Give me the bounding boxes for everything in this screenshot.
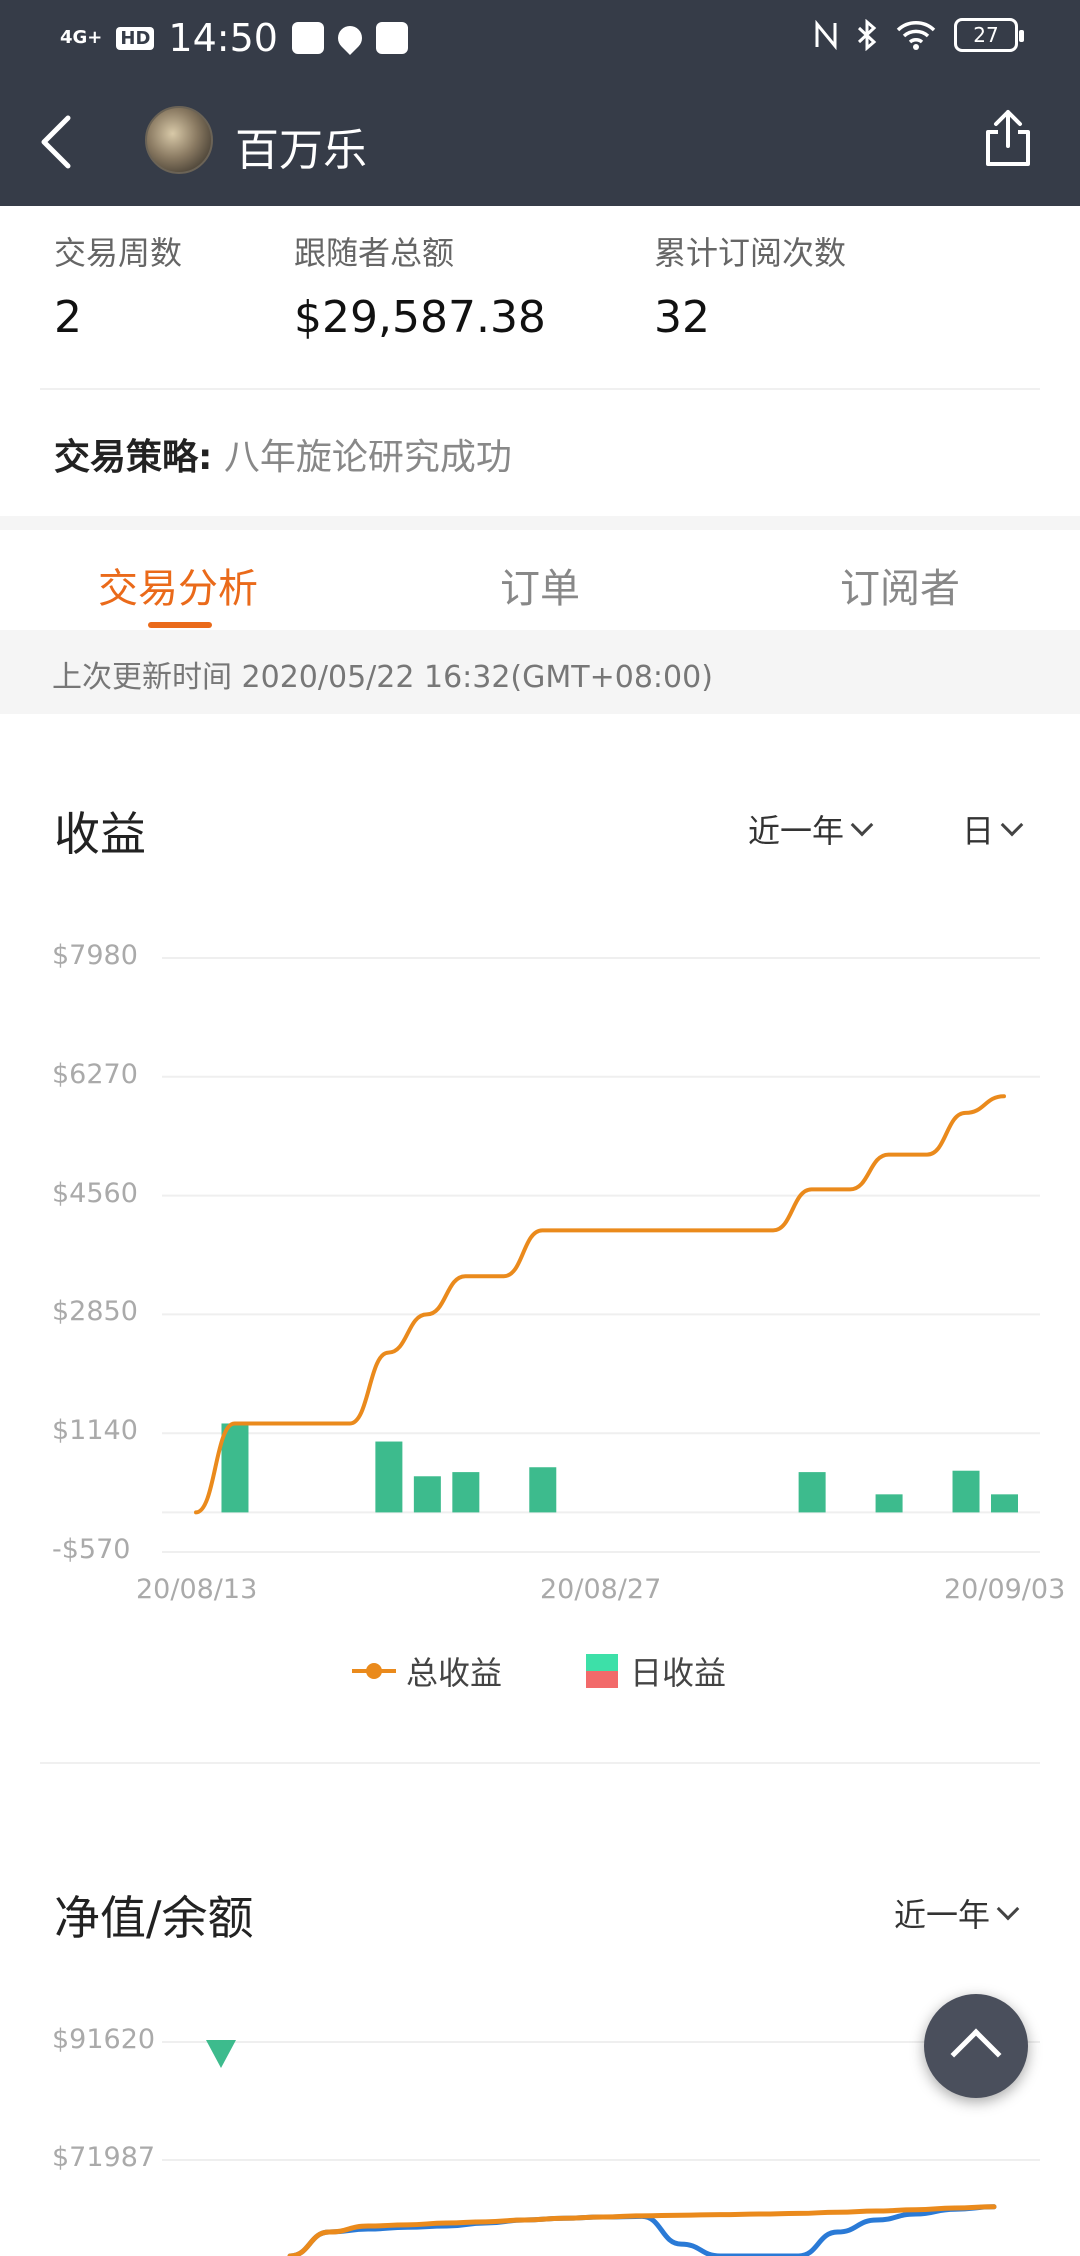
chevron-up-icon: [950, 2028, 1002, 2080]
scroll-to-top-button[interactable]: [924, 1994, 1028, 2098]
net-value-line: [287, 2204, 997, 2256]
triangle-marker: [206, 2040, 236, 2068]
nav-chart: [162, 2040, 1040, 2256]
